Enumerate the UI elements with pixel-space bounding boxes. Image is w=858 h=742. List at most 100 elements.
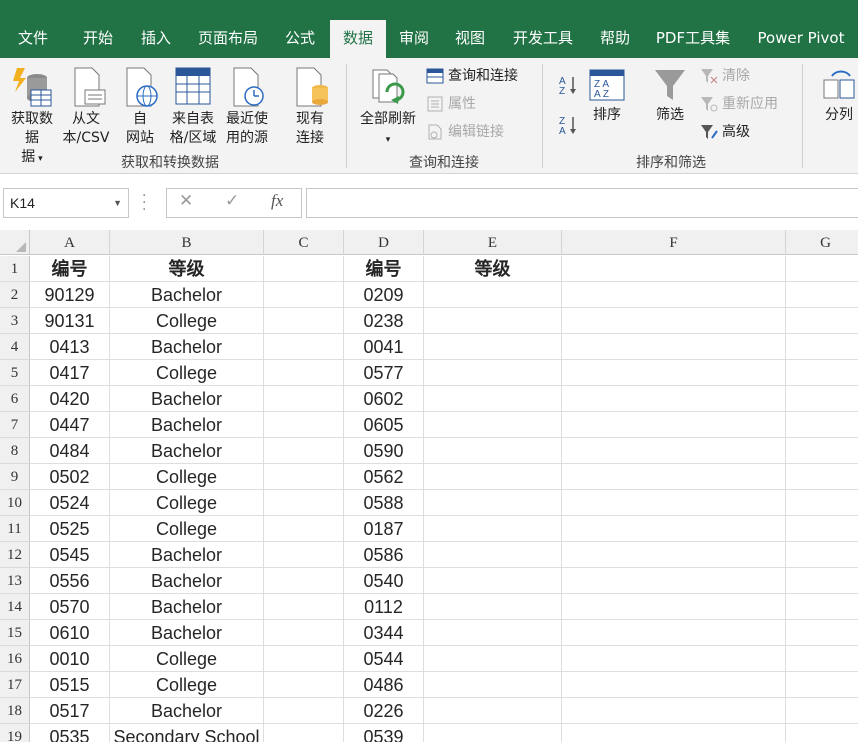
name-box[interactable]: K14 ▼ <box>3 188 129 218</box>
refresh-dropdown-arrow[interactable]: ▾ <box>386 135 391 145</box>
cell-a4[interactable]: 0413 <box>30 334 110 360</box>
tab-pdf-tools[interactable]: PDF工具集 <box>648 18 738 58</box>
cell-c5[interactable] <box>264 360 344 386</box>
cell-g19[interactable] <box>786 724 858 742</box>
cell-f6[interactable] <box>562 386 786 412</box>
enter-icon[interactable]: ✓ <box>225 191 239 211</box>
column-header-e[interactable]: E <box>424 230 562 255</box>
reapply-button[interactable]: 重新应用 <box>700 94 778 114</box>
cell-e1[interactable]: 等级 <box>424 256 562 282</box>
cell-d13[interactable]: 0540 <box>344 568 424 594</box>
row-header[interactable]: 3 <box>0 308 30 334</box>
row-header[interactable]: 12 <box>0 542 30 568</box>
row-header[interactable]: 17 <box>0 672 30 698</box>
cell-e2[interactable] <box>424 282 562 308</box>
cell-e9[interactable] <box>424 464 562 490</box>
cancel-icon[interactable]: ✕ <box>179 191 193 211</box>
cell-g16[interactable] <box>786 646 858 672</box>
from-text-csv-button[interactable]: 从文 本/CSV <box>60 66 112 148</box>
cell-f15[interactable] <box>562 620 786 646</box>
cell-e4[interactable] <box>424 334 562 360</box>
cell-c11[interactable] <box>264 516 344 542</box>
cell-b15[interactable]: Bachelor <box>110 620 264 646</box>
cell-e10[interactable] <box>424 490 562 516</box>
cell-c6[interactable] <box>264 386 344 412</box>
row-header[interactable]: 13 <box>0 568 30 594</box>
row-header[interactable]: 11 <box>0 516 30 542</box>
cell-a17[interactable]: 0515 <box>30 672 110 698</box>
cell-d14[interactable]: 0112 <box>344 594 424 620</box>
cell-e6[interactable] <box>424 386 562 412</box>
recent-sources-button[interactable]: 最近使 用的源 <box>222 66 272 148</box>
cell-d1[interactable]: 编号 <box>344 256 424 282</box>
cell-f10[interactable] <box>562 490 786 516</box>
cell-b12[interactable]: Bachelor <box>110 542 264 568</box>
row-header[interactable]: 15 <box>0 620 30 646</box>
cell-f1[interactable] <box>562 256 786 282</box>
cell-c18[interactable] <box>264 698 344 724</box>
cell-b13[interactable]: Bachelor <box>110 568 264 594</box>
cell-e19[interactable] <box>424 724 562 742</box>
cell-d11[interactable]: 0187 <box>344 516 424 542</box>
cell-a1[interactable]: 编号 <box>30 256 110 282</box>
cell-c12[interactable] <box>264 542 344 568</box>
row-header[interactable]: 4 <box>0 334 30 360</box>
cell-c10[interactable] <box>264 490 344 516</box>
cell-d2[interactable]: 0209 <box>344 282 424 308</box>
cell-d18[interactable]: 0226 <box>344 698 424 724</box>
cell-b6[interactable]: Bachelor <box>110 386 264 412</box>
tab-view[interactable]: 视图 <box>446 18 494 58</box>
tab-data[interactable]: 数据 <box>330 20 386 58</box>
cell-c14[interactable] <box>264 594 344 620</box>
cell-d10[interactable]: 0588 <box>344 490 424 516</box>
cell-d3[interactable]: 0238 <box>344 308 424 334</box>
cell-e15[interactable] <box>424 620 562 646</box>
cell-b14[interactable]: Bachelor <box>110 594 264 620</box>
cell-c13[interactable] <box>264 568 344 594</box>
cell-f9[interactable] <box>562 464 786 490</box>
row-header[interactable]: 19 <box>0 724 30 742</box>
cell-f3[interactable] <box>562 308 786 334</box>
row-header[interactable]: 7 <box>0 412 30 438</box>
tab-power-pivot[interactable]: Power Pivot <box>750 18 852 58</box>
cell-d5[interactable]: 0577 <box>344 360 424 386</box>
cell-b7[interactable]: Bachelor <box>110 412 264 438</box>
cell-a2[interactable]: 90129 <box>30 282 110 308</box>
cell-d7[interactable]: 0605 <box>344 412 424 438</box>
cell-d15[interactable]: 0344 <box>344 620 424 646</box>
cell-g5[interactable] <box>786 360 858 386</box>
cell-g12[interactable] <box>786 542 858 568</box>
cell-a11[interactable]: 0525 <box>30 516 110 542</box>
column-header-f[interactable]: F <box>562 230 786 255</box>
cell-c1[interactable] <box>264 256 344 282</box>
advanced-filter-button[interactable]: 高级 <box>700 122 750 142</box>
column-header-d[interactable]: D <box>344 230 424 255</box>
cell-a18[interactable]: 0517 <box>30 698 110 724</box>
cell-b19[interactable]: Secondary School <box>110 724 264 742</box>
cell-f17[interactable] <box>562 672 786 698</box>
row-header[interactable]: 5 <box>0 360 30 386</box>
cell-a13[interactable]: 0556 <box>30 568 110 594</box>
cell-f19[interactable] <box>562 724 786 742</box>
cell-a12[interactable]: 0545 <box>30 542 110 568</box>
cell-b17[interactable]: College <box>110 672 264 698</box>
cell-a19[interactable]: 0535 <box>30 724 110 742</box>
column-header-c[interactable]: C <box>264 230 344 255</box>
cell-c3[interactable] <box>264 308 344 334</box>
row-header[interactable]: 18 <box>0 698 30 724</box>
cell-e14[interactable] <box>424 594 562 620</box>
cell-c15[interactable] <box>264 620 344 646</box>
sort-descending-button[interactable]: Z A <box>558 114 578 142</box>
cell-c17[interactable] <box>264 672 344 698</box>
row-header[interactable]: 10 <box>0 490 30 516</box>
cell-b18[interactable]: Bachelor <box>110 698 264 724</box>
tab-insert[interactable]: 插入 <box>130 18 182 58</box>
cell-f14[interactable] <box>562 594 786 620</box>
cell-b2[interactable]: Bachelor <box>110 282 264 308</box>
cell-f5[interactable] <box>562 360 786 386</box>
select-all-button[interactable] <box>0 230 30 255</box>
cell-a8[interactable]: 0484 <box>30 438 110 464</box>
row-header[interactable]: 6 <box>0 386 30 412</box>
cell-g9[interactable] <box>786 464 858 490</box>
cell-g15[interactable] <box>786 620 858 646</box>
